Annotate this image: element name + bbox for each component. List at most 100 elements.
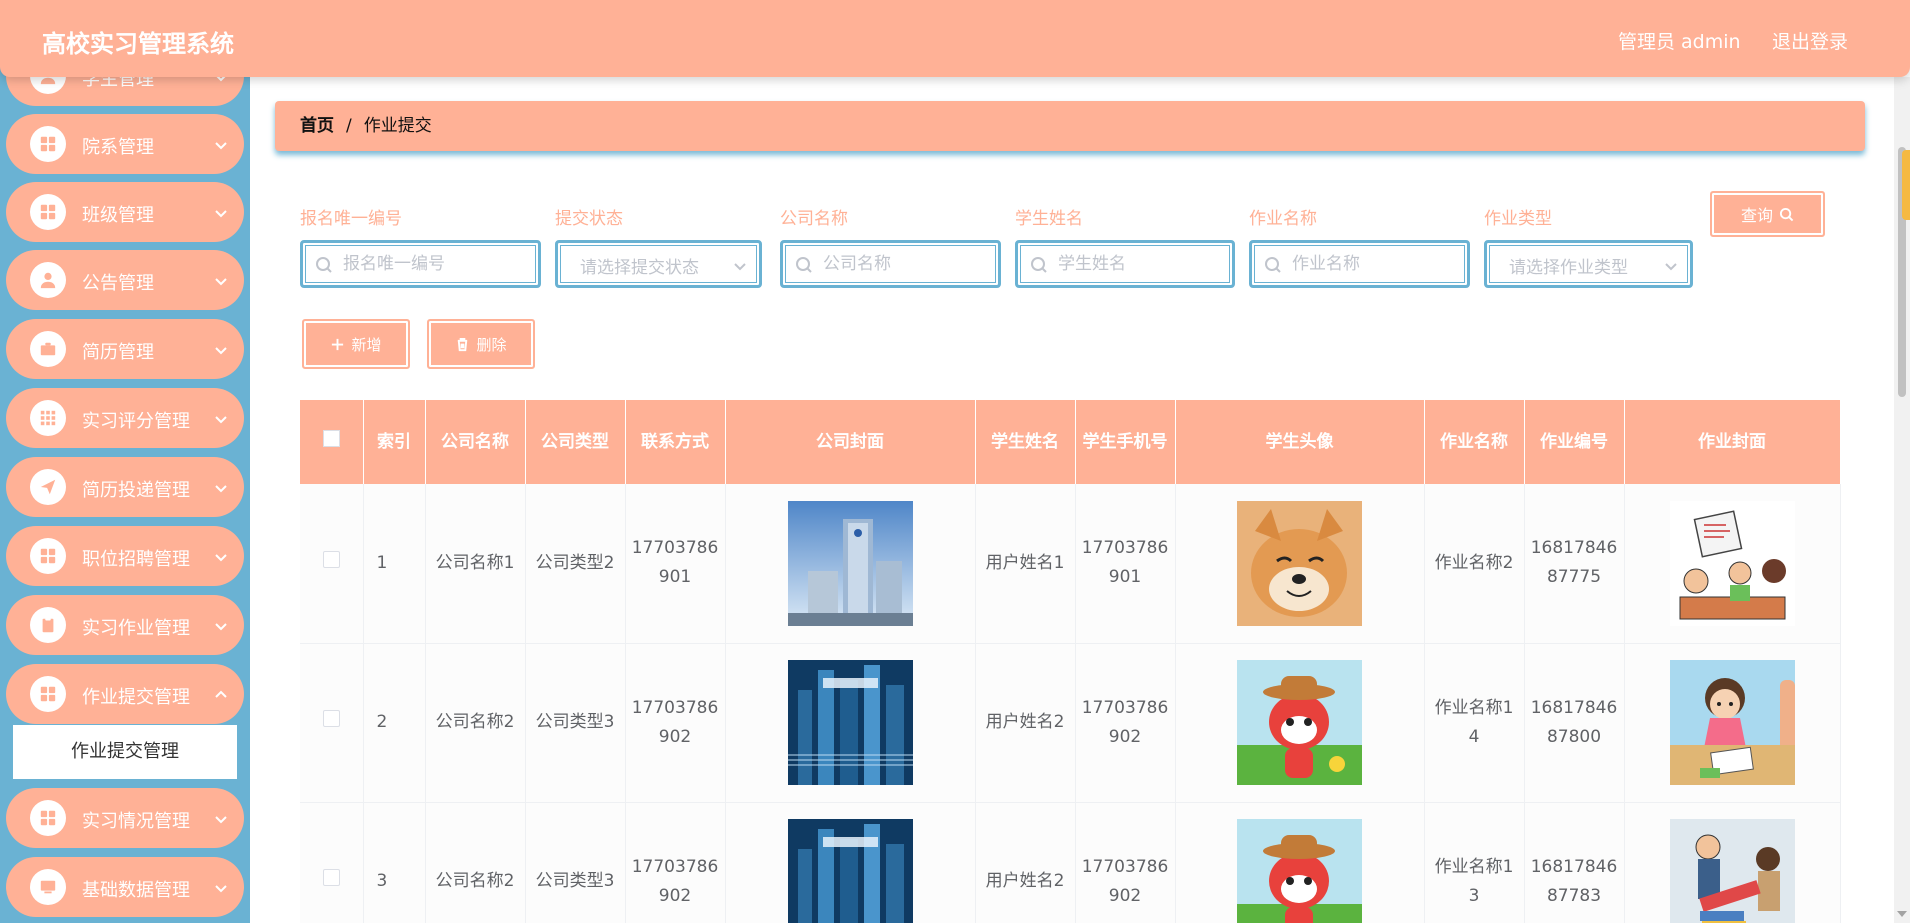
sidebar-item-label: 作业提交管理	[82, 687, 190, 708]
sidebar-subitem-homework-submit[interactable]: 作业提交管理	[13, 725, 237, 779]
sidebar-item-internship-homework[interactable]: 实习作业管理	[6, 595, 244, 655]
student-avatar-image[interactable]	[1237, 819, 1362, 923]
chevron-down-icon	[214, 687, 228, 701]
company-type-cell: 公司类型2	[525, 484, 626, 644]
student-phone-cell: 17703786902	[1075, 802, 1176, 923]
homework-type-placeholder: 请选择作业类型	[1509, 258, 1628, 278]
row-checkbox[interactable]	[322, 869, 340, 886]
row-index: 1	[363, 484, 426, 644]
delete-button[interactable]: 删除	[427, 319, 535, 369]
homework-name-field[interactable]	[1249, 240, 1470, 288]
student-name-cell: 用户姓名1	[975, 484, 1076, 644]
student-avatar-image[interactable]	[1237, 660, 1362, 785]
select-all-cell[interactable]	[300, 400, 364, 484]
breadcrumb-home[interactable]: 首页	[300, 116, 334, 136]
student-phone-cell: 17703786902	[1075, 643, 1176, 803]
company-name-input[interactable]	[823, 251, 988, 277]
homework-name-input[interactable]	[1292, 251, 1457, 277]
sidebar-item-notice[interactable]: 公告管理	[6, 250, 244, 310]
signup-id-field[interactable]	[300, 240, 541, 288]
row-select-cell[interactable]	[300, 802, 364, 923]
sidebar-item-class[interactable]: 班级管理	[6, 182, 244, 242]
submit-status-placeholder: 请选择提交状态	[580, 258, 699, 278]
grid-icon	[30, 800, 66, 836]
company-name-field[interactable]	[780, 240, 1001, 288]
add-button[interactable]: 新增	[302, 319, 410, 369]
logout-link[interactable]: 退出登录	[1772, 27, 1848, 54]
column-header: 学生头像	[1175, 400, 1425, 484]
sidebar-item-label: 实习评分管理	[82, 411, 190, 432]
column-header: 索引	[363, 400, 426, 484]
filter-label-homework-name: 作业名称	[1249, 209, 1317, 229]
row-select-cell[interactable]	[300, 484, 364, 644]
homework-cover-image[interactable]	[1669, 500, 1795, 626]
chevron-down-icon	[214, 342, 228, 356]
row-checkbox[interactable]	[322, 550, 340, 568]
row-index: 2	[363, 643, 426, 803]
select-all-checkbox[interactable]	[322, 430, 340, 447]
homework-name-cell: 作业名称13	[1424, 802, 1525, 923]
sidebar-item-basic-data[interactable]: 基础数据管理	[6, 857, 244, 917]
chevron-down-icon	[214, 273, 228, 287]
column-header: 公司类型	[525, 400, 626, 484]
query-button[interactable]: 查询	[1710, 191, 1825, 237]
company-cover-image[interactable]	[787, 500, 913, 626]
query-button-label: 查询	[1740, 206, 1773, 225]
user-icon	[30, 262, 66, 298]
grid-icon	[30, 126, 66, 162]
homework-no-cell: 1681784687783	[1524, 802, 1625, 923]
submit-status-select[interactable]: 请选择提交状态	[555, 240, 762, 288]
sidebar-item-department[interactable]: 院系管理	[6, 114, 244, 174]
homework-cover-image[interactable]	[1669, 819, 1795, 923]
sidebar-item-internship-status[interactable]: 实习情况管理	[6, 788, 244, 848]
sidebar-item-job-recruit[interactable]: 职位招聘管理	[6, 526, 244, 586]
signup-id-input[interactable]	[343, 251, 528, 277]
grid-icon	[30, 538, 66, 574]
grid-icon	[30, 676, 66, 712]
search-icon	[795, 256, 813, 274]
homework-cover-cell	[1624, 643, 1841, 803]
chevron-down-icon	[1664, 258, 1678, 272]
chevron-down-icon	[214, 549, 228, 563]
sidebar-item-homework-submit[interactable]: 作业提交管理	[6, 664, 244, 724]
chevron-down-icon	[214, 480, 228, 494]
row-checkbox[interactable]	[322, 710, 340, 727]
search-icon	[315, 256, 333, 274]
sidebar-item-label: 基础数据管理	[82, 880, 190, 901]
homework-no-cell: 1681784687775	[1524, 484, 1625, 644]
filter-label-submit-status: 提交状态	[555, 209, 623, 229]
apps-icon	[30, 400, 66, 436]
table-row: 2 公司名称2 公司类型3 17703786902 用户姓名2 17703786…	[300, 643, 1841, 803]
company-name-cell: 公司名称2	[425, 643, 526, 803]
student-avatar-image[interactable]	[1237, 500, 1362, 626]
table-header-row: 索引 公司名称 公司类型 联系方式 公司封面 学生姓名 学生手机号 学生头像 作…	[300, 400, 1841, 484]
sidebar-item-label: 班级管理	[82, 205, 154, 226]
company-cover-image[interactable]	[787, 660, 913, 785]
trash-icon	[458, 337, 468, 351]
homework-cover-image[interactable]	[1669, 660, 1795, 785]
sidebar-item-resume[interactable]: 简历管理	[6, 319, 244, 379]
sidebar-item-resume-delivery[interactable]: 简历投递管理	[6, 457, 244, 517]
company-name-cell: 公司名称1	[425, 484, 526, 644]
homework-type-select[interactable]: 请选择作业类型	[1484, 240, 1693, 288]
chevron-down-icon	[214, 411, 228, 425]
contact-cell: 17703786902	[625, 643, 726, 803]
current-user: 管理员 admin	[1618, 31, 1741, 53]
student-phone-cell: 17703786901	[1075, 484, 1176, 644]
scroll-down-arrow-icon[interactable]	[1897, 911, 1907, 917]
sidebar-item-label: 简历管理	[82, 342, 154, 363]
homework-cover-cell	[1624, 802, 1841, 923]
clipboard-icon	[30, 607, 66, 643]
student-name-field[interactable]	[1015, 240, 1235, 288]
company-cover-image[interactable]	[787, 819, 913, 923]
row-index: 3	[363, 802, 426, 923]
company-cover-cell	[725, 802, 976, 923]
sidebar-item-internship-score[interactable]: 实习评分管理	[6, 388, 244, 448]
row-select-cell[interactable]	[300, 643, 364, 803]
contact-cell: 17703786902	[625, 802, 726, 923]
student-name-input[interactable]	[1058, 251, 1222, 277]
sidebar-item-label: 实习作业管理	[82, 618, 190, 639]
homework-name-cell: 作业名称14	[1424, 643, 1525, 803]
chevron-down-icon	[214, 811, 228, 825]
grid-icon	[30, 194, 66, 230]
